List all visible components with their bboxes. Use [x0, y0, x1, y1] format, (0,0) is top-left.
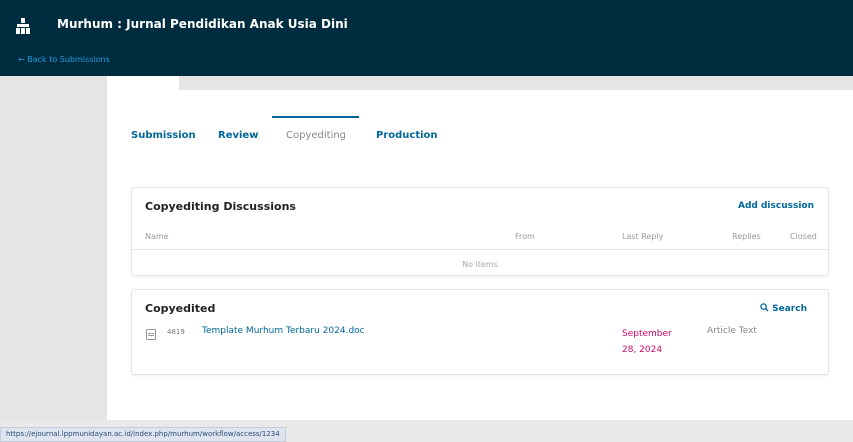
tab-copyediting[interactable]: Copyediting — [286, 130, 346, 141]
tab-review[interactable]: Review — [218, 130, 258, 141]
search-button[interactable]: Search — [760, 303, 807, 314]
search-label: Search — [772, 304, 807, 314]
column-header-replies: Replies — [732, 232, 761, 241]
active-tab-indicator — [272, 116, 359, 118]
left-sidebar — [0, 76, 107, 420]
file-icon — [146, 329, 156, 340]
header-divider — [132, 249, 828, 250]
file-row: 4819 Template Murhum Terbaru 2024.doc Se… — [132, 326, 828, 372]
content-top-tab — [107, 76, 179, 90]
workflow-tabs: Submission Review Copyediting Production — [131, 113, 831, 165]
discussions-panel: Copyediting Discussions Add discussion N… — [131, 187, 829, 276]
empty-state-text: No Items — [462, 260, 498, 269]
column-header-last-reply: Last Reply — [622, 232, 664, 241]
back-to-submissions-link[interactable]: ← Back to Submissions — [18, 55, 110, 64]
file-id: 4819 — [167, 328, 185, 336]
search-icon — [760, 303, 769, 312]
file-name-link[interactable]: Template Murhum Terbaru 2024.doc — [202, 326, 365, 336]
copyedited-title: Copyedited — [145, 302, 216, 315]
add-discussion-button[interactable]: Add discussion — [738, 201, 814, 211]
file-date: September 28, 2024 — [622, 329, 672, 355]
column-header-name: Name — [145, 232, 169, 241]
column-header-closed: Closed — [790, 232, 817, 241]
copyedited-panel: Copyedited Search 4819 Template Murhum T… — [131, 289, 829, 375]
file-type: Article Text — [707, 326, 757, 336]
tab-production[interactable]: Production — [376, 130, 438, 141]
column-header-from: From — [515, 232, 535, 241]
app-header: Murhum : Jurnal Pendidikan Anak Usia Din… — [0, 0, 853, 76]
ojs-logo-icon[interactable] — [13, 16, 33, 36]
tab-submission[interactable]: Submission — [131, 130, 196, 141]
journal-title[interactable]: Murhum : Jurnal Pendidikan Anak Usia Din… — [57, 17, 348, 31]
content-top-strip — [107, 76, 853, 90]
discussions-title: Copyediting Discussions — [145, 200, 296, 213]
